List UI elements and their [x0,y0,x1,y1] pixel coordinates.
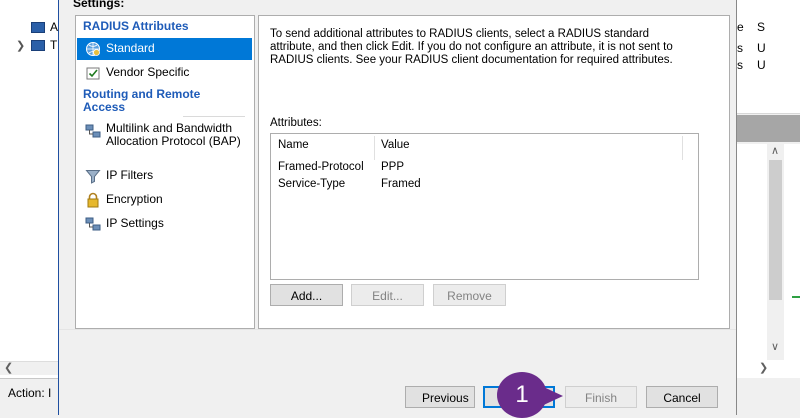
computer-icon [31,40,45,51]
attribute-name: Service-Type [278,178,346,190]
status-text: Action: I [8,386,51,400]
console-tree-pane: A ❯ T [0,0,58,415]
scroll-left-icon[interactable]: ❮ [4,361,13,374]
tree-node-label: A [50,20,59,34]
attribute-value: Framed [381,178,421,190]
settings-label: Settings: [73,0,125,10]
column-header[interactable]: e [737,20,744,34]
lower-pane: ∧ ∨ [737,144,800,360]
list-cell: s [737,41,743,55]
list-cell: U [757,41,766,55]
padlock-icon [87,192,99,208]
chevron-right-icon[interactable]: ❯ [16,39,25,52]
nav-section-routing-remote-access: Routing and Remote Access [83,87,201,114]
horizontal-scrollbar[interactable]: ❮ [0,361,58,375]
scroll-up-icon[interactable]: ∧ [771,144,779,157]
nav-item-vendor-specific[interactable]: Vendor Specific [77,62,252,84]
server-icon [31,22,45,33]
details-pane: e S s U s U ∧ ∨ ❯ [737,0,800,415]
attributes-list[interactable]: Name Value Framed-Protocol PPP Service-T… [270,133,699,280]
filter-funnel-icon [85,170,101,184]
description-text: To send additional attributes to RADIUS … [270,28,673,66]
nav-item-multilink-bap[interactable]: Multilink and Bandwidth Allocation Proto… [77,120,252,162]
settings-nav-panel: RADIUS Attributes Standard Vendor Specif… [75,15,255,329]
edit-button[interactable]: Edit... [351,284,424,306]
list-cell: U [757,58,766,72]
step-number-badge: 1 [497,372,547,418]
policy-settings-dialog: Settings: RADIUS Attributes Standard Ven… [58,0,737,418]
nav-item-label: Encryption [106,192,163,206]
attributes-label: Attributes: [270,117,322,129]
scroll-down-icon[interactable]: ∨ [771,340,779,353]
nav-item-ip-settings[interactable]: IP Settings [77,213,252,235]
details-list: e S s U s U [737,0,800,114]
scrollbar-thumb[interactable] [769,160,782,300]
list-cell: s [737,58,743,72]
column-header[interactable]: S [757,20,765,34]
settings-content-panel: To send additional attributes to RADIUS … [258,15,730,329]
nav-item-label: Multilink and Bandwidth Allocation Proto… [106,121,241,148]
nav-item-standard[interactable]: Standard [77,38,252,60]
status-bar: Action: I [0,378,58,415]
remove-button[interactable]: Remove [433,284,506,306]
scroll-right-icon[interactable]: ❯ [759,361,768,374]
cancel-button[interactable]: Cancel [646,386,718,408]
add-button[interactable]: Add... [270,284,343,306]
status-value: I [48,386,52,400]
tree-node[interactable]: A [0,20,58,36]
section-header-bar [737,115,800,142]
status-label: Action: [8,386,45,400]
column-header-value[interactable]: Value [381,139,410,151]
column-divider[interactable] [682,136,683,160]
tree-node-label: T [50,38,58,52]
vertical-scrollbar[interactable] [767,144,784,360]
gear-globe-icon [86,42,100,56]
checkbox-icon [86,67,100,80]
nav-item-label: Standard [106,41,155,55]
tree-node[interactable]: ❯ T [0,38,58,54]
network-computers-icon [85,217,101,231]
nav-item-label: IP Filters [106,168,154,182]
status-indicator [792,296,800,298]
nav-item-label: Vendor Specific [106,65,190,79]
nav-section-radius-attributes: RADIUS Attributes [83,19,189,33]
horizontal-scrollbar[interactable]: ❯ [737,360,800,378]
network-computers-icon [85,124,101,138]
section-divider [183,116,245,117]
previous-button[interactable]: Previous [405,386,475,408]
finish-button[interactable]: Finish [565,386,637,408]
attribute-name: Framed-Protocol [278,161,364,173]
column-divider[interactable] [374,136,375,160]
column-header-name[interactable]: Name [278,139,309,151]
divider [59,329,736,330]
attribute-value: PPP [381,161,405,173]
nav-item-label: IP Settings [106,216,164,230]
nav-item-ip-filters[interactable]: IP Filters [77,165,252,187]
nav-item-encryption[interactable]: Encryption [77,189,252,211]
